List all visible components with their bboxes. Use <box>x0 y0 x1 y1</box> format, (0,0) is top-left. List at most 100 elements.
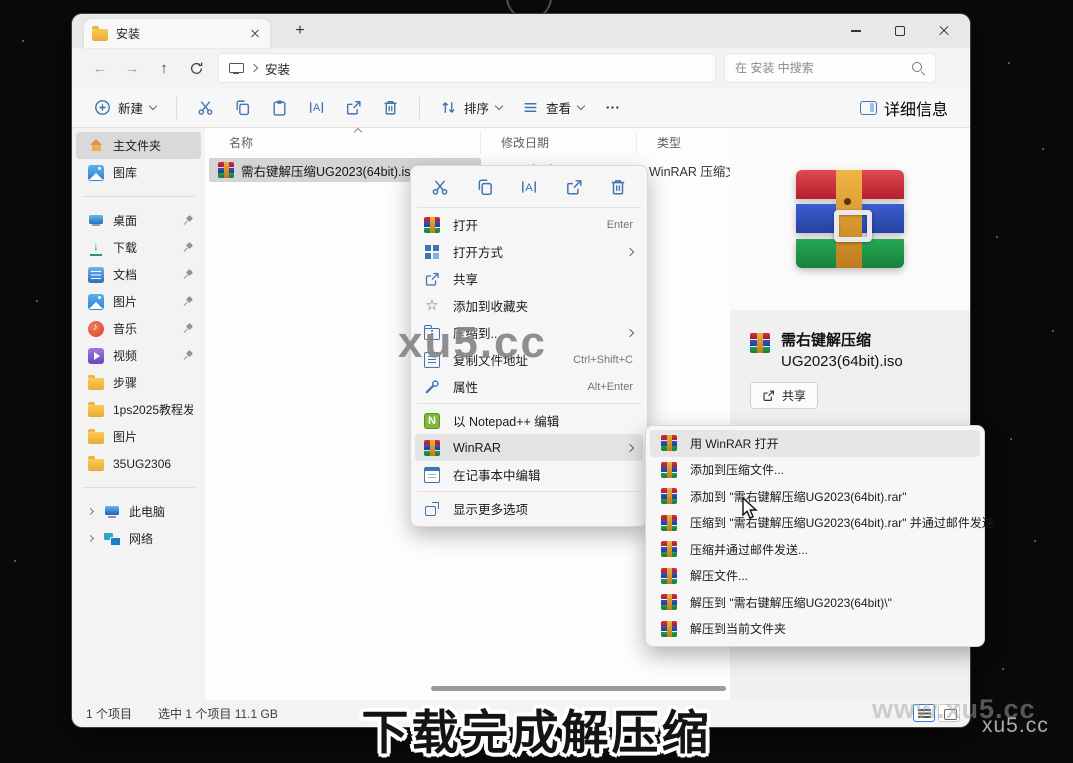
submenu-item-add-to-archive[interactable]: 添加到压缩文件... <box>650 457 980 484</box>
sidebar-item-gallery[interactable]: 图库 <box>76 159 201 186</box>
horizontal-scrollbar[interactable] <box>209 686 726 692</box>
refresh-icon <box>189 61 204 76</box>
sort-icon <box>440 99 457 116</box>
more-options-button[interactable] <box>596 93 629 122</box>
new-tab-button[interactable] <box>288 20 312 44</box>
trash-icon <box>382 99 399 116</box>
sidebar-item-downloads[interactable]: 下载 <box>76 234 201 261</box>
maximize-button[interactable] <box>878 14 922 48</box>
notepad-icon <box>424 467 440 483</box>
paste-button[interactable] <box>263 93 296 122</box>
column-header-type[interactable]: 类型 <box>637 131 730 154</box>
up-button[interactable]: ↑ <box>148 53 180 83</box>
background-star <box>1008 62 1010 64</box>
minimize-button[interactable] <box>834 14 878 48</box>
submenu-item-extract-to-named-folder[interactable]: 解压到 "需右键解压缩UG2023(64bit)\" <box>650 589 980 616</box>
sidebar-item-documents[interactable]: 文档 <box>76 261 201 288</box>
folder-icon <box>88 378 104 390</box>
submenu-item-add-to-named-archive[interactable]: 添加到 "需右键解压缩UG2023(64bit).rar" <box>650 483 980 510</box>
menu-item-add-to-favorites[interactable]: 添加到收藏夹 <box>415 292 643 319</box>
music-icon <box>88 321 104 337</box>
submenu-arrow-icon <box>626 443 634 451</box>
delete-button[interactable] <box>374 93 407 122</box>
expand-chevron-icon[interactable] <box>87 535 94 542</box>
submenu-item-compress-and-email[interactable]: 压缩并通过邮件发送... <box>650 536 980 563</box>
forward-button[interactable]: → <box>116 53 148 83</box>
menu-item-edit-in-notepad[interactable]: 在记事本中编辑 <box>415 461 643 488</box>
this-pc-icon <box>104 504 120 520</box>
folder-icon <box>88 459 104 471</box>
sidebar-item-folder[interactable]: 图片 <box>76 423 201 450</box>
back-button[interactable]: ← <box>84 53 116 83</box>
details-pane-button[interactable]: 详细信息 <box>852 90 956 126</box>
tab-close-icon[interactable] <box>248 27 262 41</box>
expand-chevron-icon[interactable] <box>87 508 94 515</box>
sidebar-item-folder[interactable]: 步骤 <box>76 369 201 396</box>
rename-button[interactable]: A <box>300 93 333 122</box>
submenu-item-extract-files[interactable]: 解压文件... <box>650 563 980 590</box>
submenu-item-extract-here[interactable]: 解压到当前文件夹 <box>650 616 980 643</box>
open-with-icon <box>424 244 440 260</box>
copy-icon[interactable] <box>476 178 494 196</box>
breadcrumb[interactable]: 安装 <box>265 59 290 78</box>
share-file-button[interactable]: 共享 <box>750 382 818 409</box>
sidebar-item-home[interactable]: 主文件夹 <box>76 132 201 159</box>
tab-anzhuang[interactable]: 安装 <box>84 19 270 48</box>
submenu-item-compress-and-email-named[interactable]: 压缩到 "需右键解压缩UG2023(64bit).rar" 并通过邮件发送 <box>650 510 980 537</box>
search-input[interactable] <box>735 61 911 75</box>
details-pane-icon <box>860 101 877 115</box>
tab-title: 安装 <box>116 25 240 42</box>
sidebar-item-this-pc[interactable]: 此电脑 <box>76 498 201 525</box>
column-header-name[interactable]: 名称 <box>209 131 481 154</box>
background-star <box>1002 668 1004 670</box>
sort-button[interactable]: 排序 <box>432 92 510 123</box>
menu-item-winrar[interactable]: WinRAR <box>415 434 643 461</box>
sidebar-item-desktop[interactable]: 桌面 <box>76 207 201 234</box>
preview-area <box>730 128 970 310</box>
sidebar-item-videos[interactable]: 视频 <box>76 342 201 369</box>
column-header-date[interactable]: 修改日期 <box>481 131 637 154</box>
pin-icon <box>182 215 193 226</box>
command-toolbar: 新建 A <box>72 88 970 128</box>
menu-item-open-with[interactable]: 打开方式 <box>415 238 643 265</box>
trash-icon[interactable] <box>609 178 627 196</box>
winrar-icon <box>424 217 440 233</box>
view-button[interactable]: 查看 <box>514 92 592 123</box>
close-button[interactable] <box>922 14 966 48</box>
address-bar: ← → ↑ 安装 <box>72 48 970 88</box>
menu-item-properties[interactable]: 属性 Alt+Enter <box>415 373 643 400</box>
sidebar-item-pictures[interactable]: 图片 <box>76 288 201 315</box>
menu-item-open[interactable]: 打开 Enter <box>415 211 643 238</box>
menu-item-edit-with-notepadpp[interactable]: 以 Notepad++ 编辑 <box>415 407 643 434</box>
submenu-item-open-with-winrar[interactable]: 用 WinRAR 打开 <box>650 430 980 457</box>
menu-item-share[interactable]: 共享 <box>415 265 643 292</box>
minimize-icon <box>851 30 861 31</box>
new-button[interactable]: 新建 <box>86 92 164 123</box>
share-icon[interactable] <box>565 178 583 196</box>
menu-item-show-more-options[interactable]: 显示更多选项 <box>415 495 643 522</box>
winrar-icon <box>661 462 677 478</box>
search-box[interactable] <box>724 53 936 83</box>
rename-icon[interactable]: A <box>520 178 538 196</box>
sidebar-divider <box>82 196 195 197</box>
chevron-down-icon <box>149 102 157 110</box>
sidebar-item-folder[interactable]: 1ps2025教程发 <box>76 396 201 423</box>
watermark-center: xu5.cc <box>398 318 547 368</box>
refresh-button[interactable] <box>180 53 212 83</box>
show-more-icon <box>424 501 440 517</box>
sidebar-item-folder[interactable]: 35UG2306 <box>76 450 201 477</box>
sidebar-item-network[interactable]: 网络 <box>76 525 201 552</box>
svg-text:A: A <box>313 102 321 114</box>
sidebar-item-music[interactable]: 音乐 <box>76 315 201 342</box>
address-box[interactable]: 安装 <box>218 53 716 83</box>
winrar-icon <box>661 515 677 531</box>
folder-icon <box>88 405 104 417</box>
share-button[interactable] <box>337 93 370 122</box>
column-headers: 名称 修改日期 类型 <box>209 131 730 154</box>
desktop-icon <box>88 213 104 229</box>
winrar-icon <box>661 488 677 504</box>
scrollbar-thumb[interactable] <box>431 686 726 691</box>
cut-button[interactable] <box>189 93 222 122</box>
copy-button[interactable] <box>226 93 259 122</box>
cut-icon[interactable] <box>431 178 449 196</box>
